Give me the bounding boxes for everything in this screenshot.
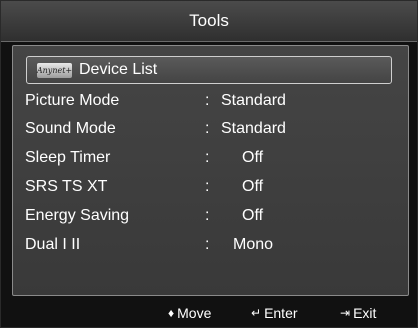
move-label: Move xyxy=(177,305,212,321)
menu-item-value: Mono xyxy=(233,236,274,253)
move-hint: ♦ Move xyxy=(168,305,211,321)
menu-item-label: SRS TS XT xyxy=(25,178,108,195)
anynet-logo-icon: Anynet+ xyxy=(37,62,72,78)
menu-item-label: Picture Mode xyxy=(25,92,120,109)
separator: : xyxy=(205,149,210,166)
separator: : xyxy=(205,178,210,195)
footer-hints: ♦ Move ↵ Enter ⇥ Exit xyxy=(1,297,417,327)
move-icon: ♦ xyxy=(168,306,175,320)
menu-item-value: Standard xyxy=(221,92,286,109)
separator: : xyxy=(205,120,210,137)
separator: : xyxy=(205,207,210,224)
menu-item-value: Standard xyxy=(221,120,286,137)
window-title: Tools xyxy=(1,1,417,42)
tools-window: Tools Anynet+ Device List Picture Mode :… xyxy=(0,0,418,328)
separator: : xyxy=(205,92,210,109)
menu-item-label: Sleep Timer xyxy=(25,149,111,166)
device-list-item[interactable]: Anynet+ Device List xyxy=(26,56,392,84)
enter-icon: ↵ xyxy=(251,306,262,320)
menu-item-label: Sound Mode xyxy=(25,120,116,137)
menu-item-label: Dual I II xyxy=(25,236,81,253)
menu-item-label: Energy Saving xyxy=(25,207,130,224)
menu-item-value: Off xyxy=(242,178,264,195)
menu-item-value: Off xyxy=(242,149,264,166)
exit-hint: ⇥ Exit xyxy=(340,305,376,321)
exit-label: Exit xyxy=(353,305,377,321)
enter-label: Enter xyxy=(264,305,298,321)
device-list-label: Device List xyxy=(79,61,158,78)
exit-icon: ⇥ xyxy=(340,306,351,320)
enter-hint: ↵ Enter xyxy=(251,305,298,321)
menu-item-value: Off xyxy=(242,207,264,224)
separator: : xyxy=(205,236,210,253)
